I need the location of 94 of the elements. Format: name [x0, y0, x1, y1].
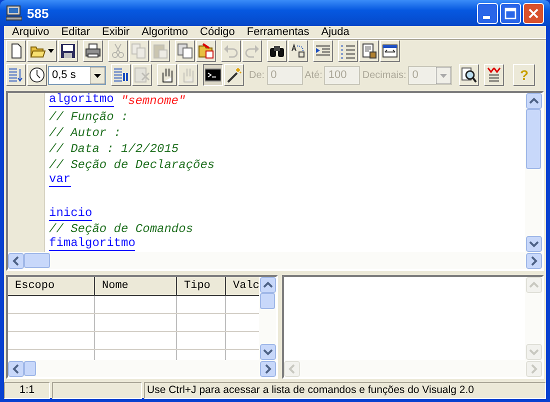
redo-icon: [244, 43, 260, 59]
letters-arrow-icon: [290, 43, 306, 59]
save-button[interactable]: [58, 40, 78, 62]
clock-icon: [29, 67, 45, 83]
document-lock-button[interactable]: [359, 40, 379, 62]
numbered-list-icon: [340, 43, 356, 59]
copy-icon: [131, 43, 147, 59]
code-text: fimalgoritmo: [49, 237, 136, 251]
list-button[interactable]: [338, 40, 358, 62]
console-button[interactable]: [203, 64, 223, 86]
binoculars-icon: [269, 43, 285, 59]
scroll-right-button[interactable]: [260, 360, 276, 376]
field-label: Decimais:: [362, 70, 406, 80]
status-message: Use Ctrl+J para acessar a lista de comandos e funções do Visualg 2.0: [144, 382, 546, 399]
close-button[interactable]: [523, 2, 544, 24]
menu-item[interactable]: Ajuda: [315, 26, 356, 38]
window-arrows-button[interactable]: [380, 40, 400, 62]
menu-item[interactable]: Exibir: [96, 26, 136, 38]
output-area[interactable]: [282, 275, 544, 379]
minimize-button[interactable]: [477, 2, 498, 24]
arrows-button[interactable]: [484, 64, 504, 86]
scroll-up-button[interactable]: [260, 277, 276, 293]
dropdown-field[interactable]: 0,5 s: [48, 66, 106, 84]
hand-button[interactable]: [157, 64, 177, 86]
scrollbar-thumb[interactable]: [260, 293, 275, 309]
clipboard-icon: [152, 43, 168, 59]
code-editor[interactable]: algoritmo "semnome" // Função : // Autor : // Data : 1/2/2015 // Seção de Declarações var inicio // Seção de Comandos fimalgoritmo: [6, 91, 544, 271]
column-header[interactable]: Escopo: [8, 277, 95, 295]
scrollbar-thumb[interactable]: [24, 253, 50, 268]
menu-item[interactable]: Ferramentas: [240, 26, 316, 38]
dropdown-arrow-icon: [436, 66, 452, 84]
new-button[interactable]: [6, 40, 26, 62]
code-text: algoritmo: [49, 93, 114, 107]
scrollbar-thumb[interactable]: [526, 109, 541, 169]
code-text: var: [49, 173, 71, 187]
field-label: Até:: [304, 70, 322, 80]
menu-item[interactable]: Código: [194, 26, 241, 38]
code-text: // Função :: [49, 109, 128, 125]
wand-icon: [226, 67, 242, 83]
horizontal-scrollbar[interactable]: [8, 360, 276, 377]
caret-icon: [48, 49, 54, 53]
code-text: inicio: [49, 207, 92, 221]
column-header[interactable]: Tipo: [177, 277, 226, 295]
arrows-icon: [486, 67, 502, 83]
menu-item[interactable]: Algoritmo: [136, 26, 194, 38]
list-x-icon: [134, 67, 150, 83]
timer-button[interactable]: [27, 64, 47, 86]
horizontal-scrollbar[interactable]: [8, 252, 542, 269]
scrollbar-thumb[interactable]: [24, 361, 36, 376]
code-text: // Data : 1/2/2015: [49, 141, 179, 157]
list-pause-icon: [113, 67, 129, 83]
search-button[interactable]: [267, 40, 287, 62]
step-button[interactable]: [111, 64, 131, 86]
document-lock-icon: [361, 43, 377, 59]
scroll-left-button[interactable]: [8, 252, 24, 268]
scroll-down-button[interactable]: [260, 344, 276, 360]
code-text: // Autor :: [49, 125, 122, 141]
code-text: "semnome": [120, 93, 186, 109]
run-button[interactable]: [6, 64, 26, 86]
scroll-up-button[interactable]: [526, 93, 542, 109]
folder-button[interactable]: [196, 40, 216, 62]
scroll-left-button[interactable]: [8, 360, 24, 376]
window-title: 585: [27, 6, 50, 20]
scroll-down-button[interactable]: [526, 236, 542, 252]
field-label: De:: [249, 70, 265, 80]
menu-item[interactable]: Editar: [55, 26, 96, 38]
inspect-button[interactable]: [459, 64, 480, 86]
minimize-icon: [483, 16, 490, 18]
scissors-icon: [110, 43, 126, 59]
indent-button[interactable]: [313, 40, 333, 62]
column-header[interactable]: Nome: [95, 277, 177, 295]
vertical-scrollbar[interactable]: [525, 93, 542, 252]
replace-button[interactable]: [288, 40, 308, 62]
print-button[interactable]: [83, 40, 103, 62]
code-text: // Seção de Declarações: [49, 157, 215, 173]
printer-icon: [85, 43, 101, 59]
vertical-scrollbar[interactable]: [259, 277, 276, 360]
scroll-right-button[interactable]: [526, 252, 542, 268]
maximize-button[interactable]: [500, 2, 521, 24]
dropdown-arrow-icon: [90, 66, 105, 84]
cursor-position: 1:1: [4, 382, 50, 399]
menu-item[interactable]: Arquivo: [6, 26, 56, 38]
open-button[interactable]: [27, 40, 57, 62]
list-arrow-icon: [8, 67, 24, 83]
magnifier-icon: [461, 67, 478, 83]
documents-icon: [177, 43, 193, 59]
window-arrows-icon: [382, 43, 398, 59]
folder-icon: [198, 43, 214, 59]
undo-icon: [223, 43, 239, 59]
code-text: // Seção de Comandos: [49, 221, 194, 237]
console-icon: [205, 67, 221, 83]
copy-page-button[interactable]: [175, 40, 195, 62]
computer-icon: [6, 5, 22, 21]
wand-button[interactable]: [224, 64, 244, 86]
